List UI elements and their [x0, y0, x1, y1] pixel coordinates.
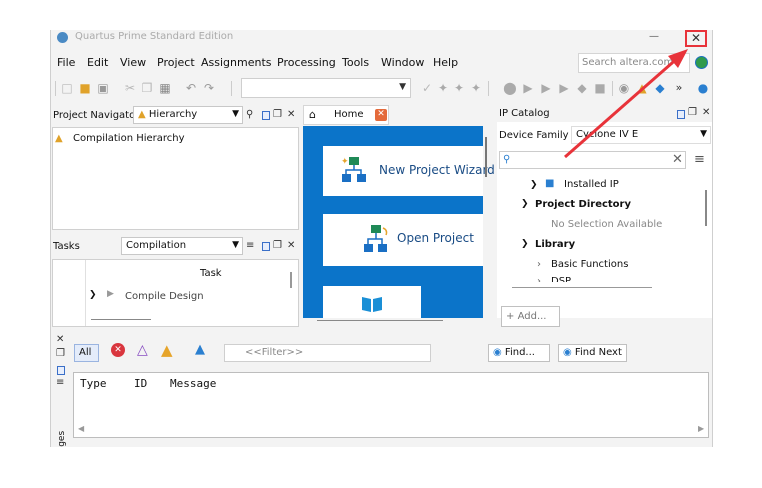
- annotation-arrow-line: [564, 54, 681, 159]
- annotation-arrow: [564, 49, 688, 159]
